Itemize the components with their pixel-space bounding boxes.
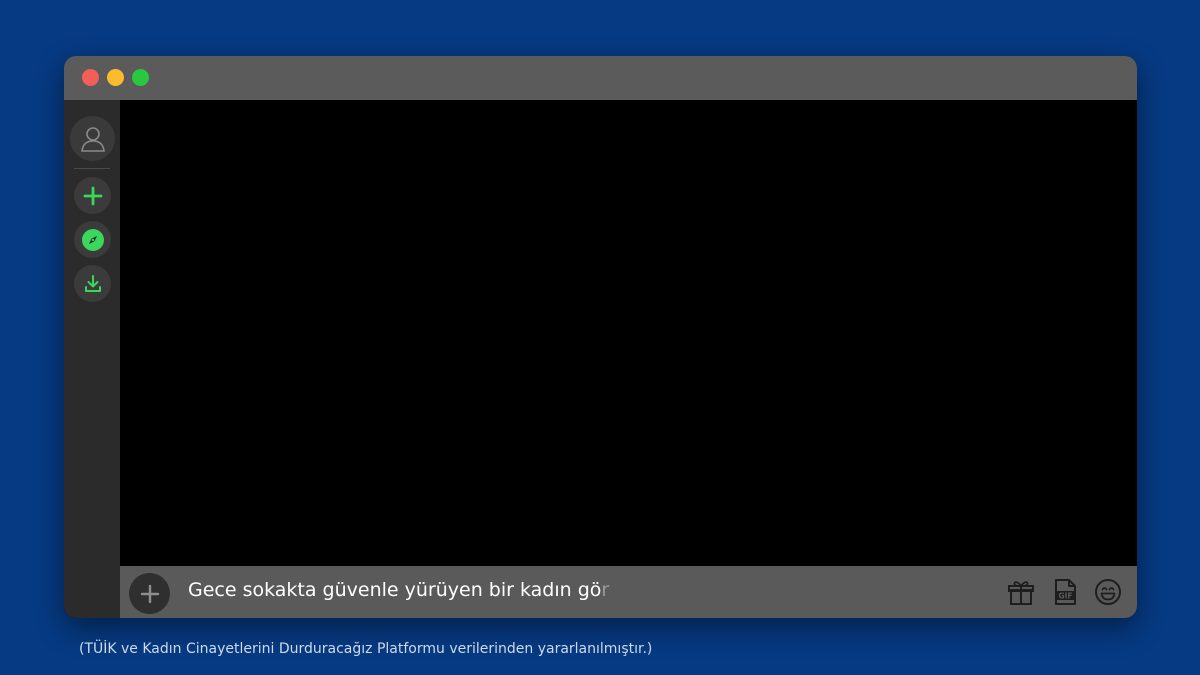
plus-icon xyxy=(83,186,102,205)
download-button[interactable] xyxy=(74,265,111,302)
user-avatar-button[interactable] xyxy=(70,116,115,161)
sidebar xyxy=(64,100,120,618)
plus-icon xyxy=(140,584,159,603)
user-icon xyxy=(80,126,105,152)
add-server-button[interactable] xyxy=(74,177,111,214)
gift-button[interactable] xyxy=(1006,577,1036,607)
maximize-button[interactable] xyxy=(132,69,149,86)
main-content-area xyxy=(120,100,1137,566)
emoji-button[interactable] xyxy=(1093,577,1123,607)
typing-char: r xyxy=(601,579,610,601)
minimize-button[interactable] xyxy=(107,69,124,86)
gif-label: GIF xyxy=(1058,592,1072,601)
app-window: Gece sokakta güvenle yürüyen bir kadın g… xyxy=(64,56,1137,618)
emoji-icon xyxy=(1095,579,1121,605)
compass-icon xyxy=(81,228,104,251)
title-bar xyxy=(64,56,1137,100)
gift-icon xyxy=(1008,581,1034,605)
explore-button[interactable] xyxy=(74,221,111,258)
gif-button[interactable]: GIF xyxy=(1050,577,1080,607)
source-caption: (TÜİK ve Kadın Cinayetlerini Durduracağı… xyxy=(79,641,653,657)
download-icon xyxy=(84,274,101,292)
message-input-bar: Gece sokakta güvenle yürüyen bir kadın g… xyxy=(120,566,1137,618)
gif-icon: GIF xyxy=(1055,579,1076,605)
sidebar-divider xyxy=(74,168,110,169)
attach-button[interactable] xyxy=(129,573,170,614)
message-input[interactable]: Gece sokakta güvenle yürüyen bir kadın g… xyxy=(188,579,609,601)
close-button[interactable] xyxy=(82,69,99,86)
typed-text: Gece sokakta güvenle yürüyen bir kadın g… xyxy=(188,579,602,601)
